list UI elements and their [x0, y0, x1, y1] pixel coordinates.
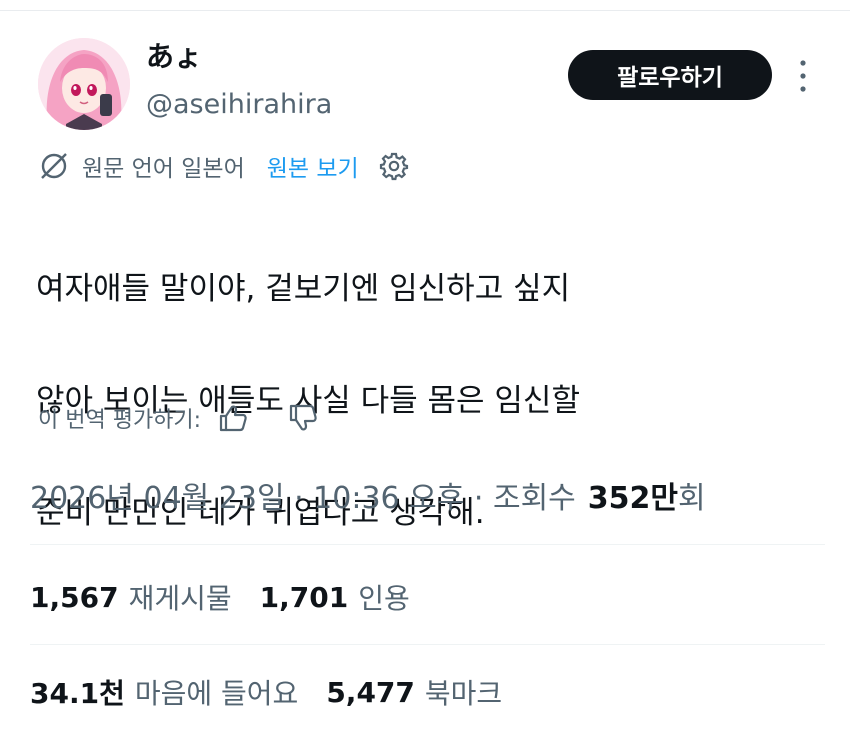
- more-vertical-icon[interactable]: [796, 58, 810, 94]
- view-count-suffix: 회: [678, 481, 706, 516]
- divider: [30, 544, 825, 545]
- top-divider: [0, 10, 850, 11]
- repost-quote-stats: 1,567 재게시물 1,701 인용: [30, 572, 410, 622]
- show-original-link[interactable]: 원본 보기: [267, 149, 359, 183]
- thumbs-down-icon[interactable]: [287, 402, 319, 434]
- thumbs-up-icon[interactable]: [217, 402, 249, 434]
- tweet-meta: 2026년 04월 23일 · 10:36 오후 · 조회수 352만 회: [30, 470, 706, 520]
- like-bookmark-stats: 34.1천 마음에 들어요 5,477 북마크: [30, 667, 502, 717]
- user-handle[interactable]: @aseihirahira: [146, 88, 332, 122]
- translation-rating: 이 번역 평가하기:: [38, 400, 319, 436]
- bookmarks-count[interactable]: 5,477: [326, 676, 415, 709]
- rating-label: 이 번역 평가하기:: [38, 408, 202, 433]
- translation-source-text: 원문 언어 일본어: [82, 156, 245, 182]
- quotes-count[interactable]: 1,701: [260, 581, 349, 614]
- tweet-line: 여자애들 말이야, 겉보기엔 임신하고 싶지: [36, 271, 571, 307]
- likes-label[interactable]: 마음에 들어요: [135, 672, 298, 712]
- follow-button[interactable]: 팔로우하기: [568, 50, 772, 100]
- reposts-label[interactable]: 재게시물: [129, 577, 232, 617]
- display-name[interactable]: あょ: [146, 40, 202, 74]
- translate-icon: [41, 153, 67, 179]
- quotes-label[interactable]: 인용: [358, 577, 410, 617]
- bookmarks-label[interactable]: 북마크: [425, 672, 502, 712]
- gear-icon[interactable]: [379, 151, 409, 181]
- view-count: 352만: [587, 481, 679, 516]
- likes-count[interactable]: 34.1천: [30, 672, 125, 712]
- reposts-count[interactable]: 1,567: [30, 581, 119, 614]
- avatar[interactable]: [38, 38, 130, 130]
- divider: [30, 644, 825, 645]
- translation-bar: 원문 언어 일본어 원본 보기: [38, 148, 409, 184]
- timestamp[interactable]: 2026년 04월 23일 · 10:36 오후 · 조회수: [30, 473, 576, 517]
